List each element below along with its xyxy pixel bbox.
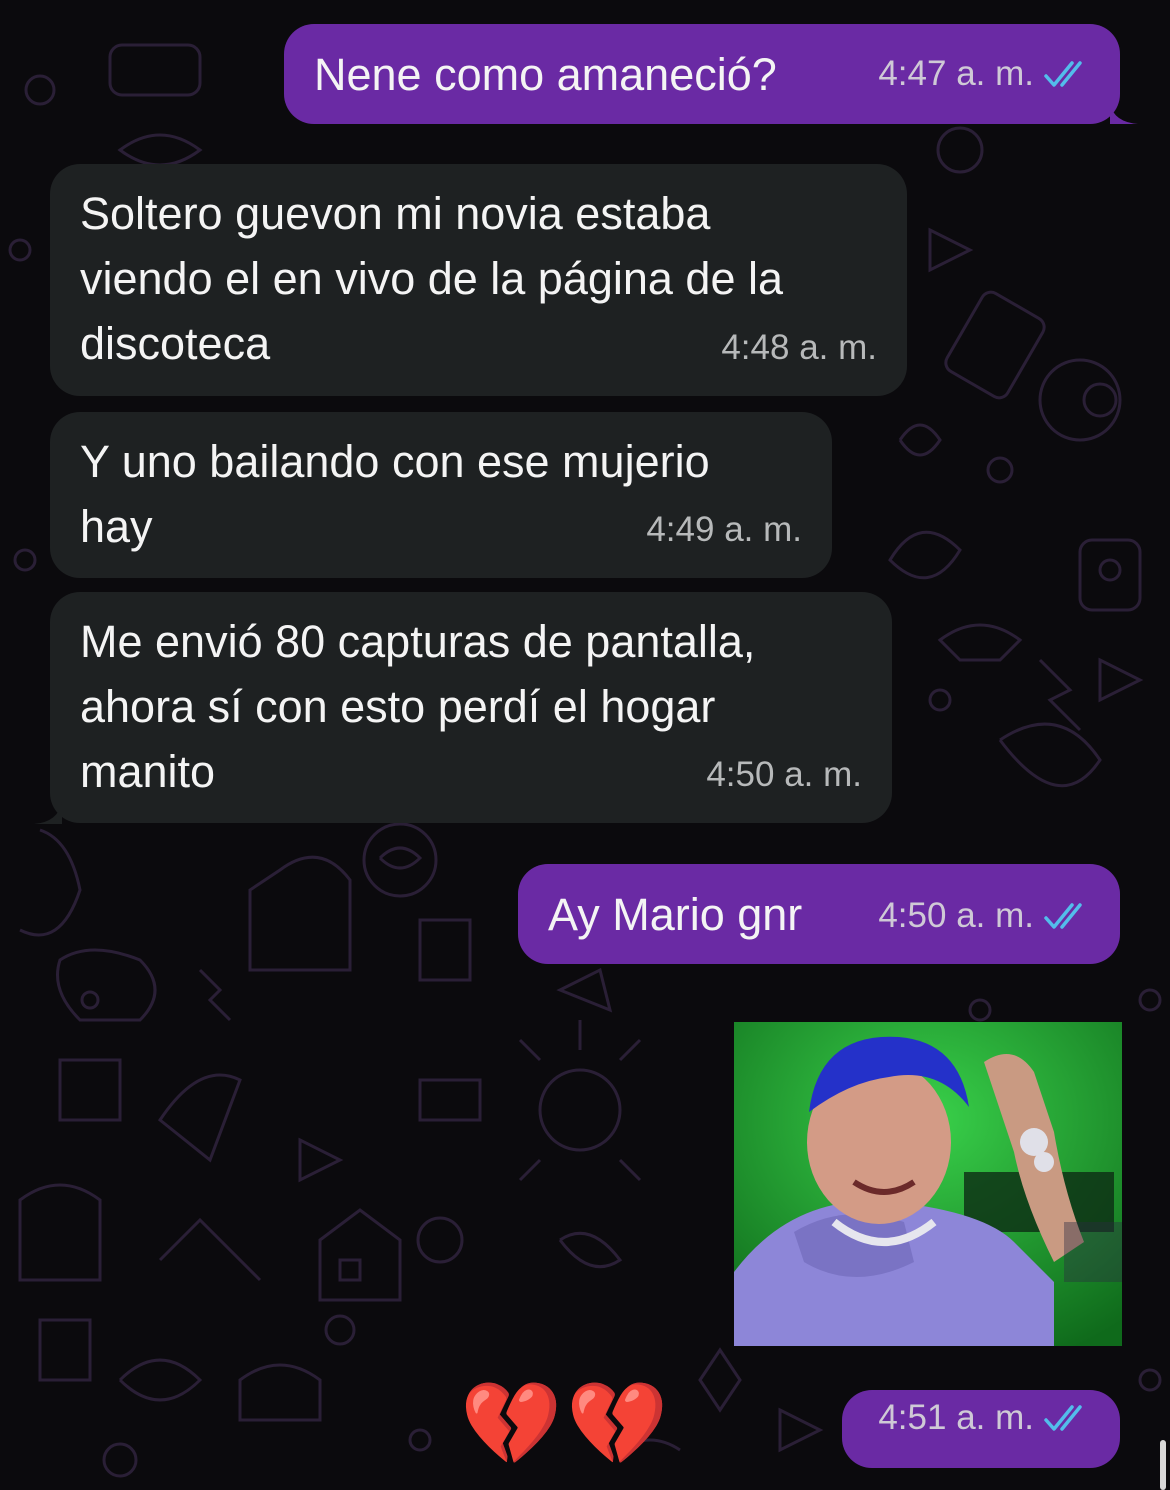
message-meta: 4:51 a. m.: [878, 1385, 1090, 1450]
message-ampm: a. m.: [956, 1398, 1034, 1437]
message-ampm: a. m.: [799, 328, 877, 367]
sticker-image[interactable]: [734, 1022, 1122, 1346]
broken-heart-emoji: 💔💔: [460, 1379, 673, 1470]
message-meta: 4:47 a. m.: [878, 41, 1090, 106]
message-bubble-outgoing[interactable]: 4:51 a. m.: [842, 1390, 1120, 1468]
message-bubble-outgoing[interactable]: Ay Mario gnr 4:50 a. m.: [518, 864, 1120, 964]
message-time: 4:50: [706, 755, 775, 794]
crying-person-image: [734, 1022, 1122, 1346]
message-bubble-incoming[interactable]: Y uno bailando con ese mujerio hay 4:49 …: [50, 412, 832, 578]
message-time: 4:47: [878, 54, 947, 93]
message-time: 4:51: [878, 1398, 947, 1437]
scroll-indicator[interactable]: [1160, 1440, 1166, 1490]
read-receipt-icon: [1044, 1403, 1090, 1433]
message-ampm: a. m.: [956, 896, 1034, 935]
bubble-tail-incoming: [34, 802, 62, 824]
message-bubble-incoming[interactable]: Me envió 80 capturas de pantalla, ahora …: [50, 592, 892, 823]
message-meta: 4:50 a. m.: [878, 883, 1090, 948]
bubble-tail-outgoing: [1110, 104, 1138, 124]
message-meta: 4:49 a. m.: [646, 497, 802, 562]
read-receipt-icon: [1044, 59, 1090, 89]
message-ampm: a. m.: [956, 54, 1034, 93]
message-ampm: a. m.: [724, 510, 802, 549]
message-bubble-outgoing[interactable]: Nene como amaneció? 4:47 a. m.: [284, 24, 1120, 124]
message-meta: 4:50 a. m.: [706, 742, 862, 807]
message-ampm: a. m.: [784, 755, 862, 794]
message-time: 4:50: [878, 896, 947, 935]
message-bubble-incoming[interactable]: Soltero guevon mi novia estaba viendo el…: [50, 164, 907, 396]
message-time: 4:48: [721, 328, 790, 367]
read-receipt-icon: [1044, 901, 1090, 931]
message-meta: 4:48 a. m.: [721, 315, 877, 380]
message-time: 4:49: [646, 510, 715, 549]
